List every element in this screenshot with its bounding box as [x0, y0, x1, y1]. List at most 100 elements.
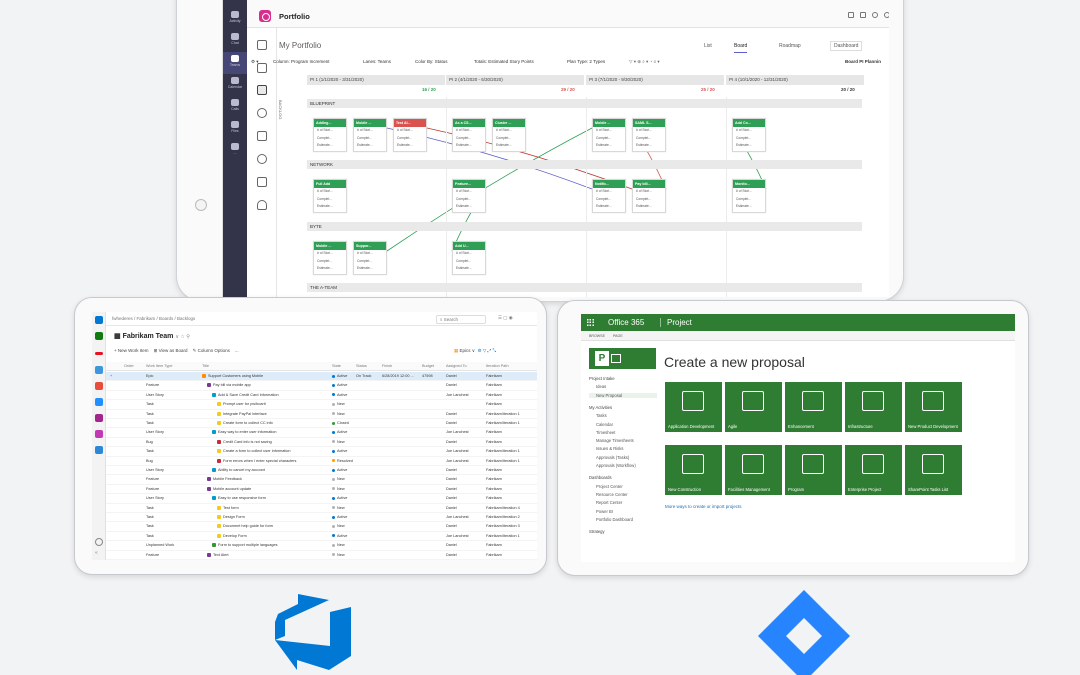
table-row[interactable]: Bug Form errors when I enter special char…	[106, 457, 537, 466]
feature-card[interactable]: Mobile ... # of Stori... Complet... Estimat…	[592, 118, 626, 152]
nav-item[interactable]: Strategy	[589, 529, 605, 534]
row-title[interactable]: Pay bill via mobile app	[207, 383, 330, 388]
table-row[interactable]: Epic Support Customers using Mobile Active…	[106, 372, 537, 382]
new-work-item-button[interactable]: + New Work Item	[114, 348, 149, 353]
artifacts-icon[interactable]	[95, 430, 103, 438]
nav-item[interactable]: Timesheet	[596, 430, 615, 435]
table-row[interactable]: Task Develop Form Active Joe Lanchest Fabrik…	[106, 532, 537, 542]
row-title[interactable]: Text Alert	[207, 552, 330, 557]
tab-list[interactable]: List	[704, 43, 712, 49]
color-filter[interactable]: Color By: Status	[415, 59, 448, 64]
nav-item[interactable]: Project Center	[596, 484, 623, 489]
azure-devops-icon[interactable]	[95, 316, 103, 324]
feature-card[interactable]: Adding... # of Stori... Complet... Estimate…	[313, 118, 347, 152]
test-plans-icon[interactable]	[95, 414, 103, 422]
filter-icon[interactable]: ▽ ▾ ⊕ ⌕ ▾ ◔ ≡ ▾	[629, 59, 660, 65]
feature-card[interactable]: Suppor... # of Stori... Complet... Estimate…	[353, 241, 387, 275]
swimlane-header[interactable]: THE A-TEAM	[307, 283, 862, 292]
table-row[interactable]: Task Prompt user for pw/boarit New Fabrikam	[106, 400, 537, 410]
template-tile[interactable]: SharePoint Tasks List	[905, 445, 962, 495]
row-title[interactable]: Credit Card info is not saving	[217, 439, 330, 444]
swimlane-header[interactable]: BYTE	[307, 222, 862, 231]
row-title[interactable]: Create a form to collect user informatio…	[217, 449, 330, 454]
table-row[interactable]: Bug Credit Card info is not saving New Dani…	[106, 438, 537, 448]
home-icon[interactable]	[257, 40, 267, 50]
search-input[interactable]: ⌕ Search	[436, 315, 486, 324]
tab-page[interactable]: PAGE	[613, 334, 623, 338]
topbar-icons[interactable]: ☰ ▢ ◉	[498, 315, 513, 321]
rail-item-teams[interactable]: Teams	[223, 52, 247, 74]
col-finish[interactable]: Finish	[382, 364, 392, 368]
feature-card[interactable]: Cluster ... # of Stori... Complet... Estima…	[492, 118, 526, 152]
feature-card[interactable]: Feature... # of Stori... Complet... Estimat…	[452, 179, 486, 213]
board-icon[interactable]	[257, 85, 267, 95]
template-tile[interactable]: Program	[785, 445, 842, 495]
row-title[interactable]: Easy to use responsive form	[212, 496, 330, 501]
col-iteration[interactable]: Iteration Path	[486, 364, 509, 368]
expand-icon[interactable]	[860, 12, 866, 18]
rail-item-calls[interactable]: Calls	[223, 96, 247, 118]
feature-card[interactable]: Add Co... # of Stori... Complet... Estimate…	[732, 118, 766, 152]
level-picker[interactable]: ▦ Epics ∨ ⚙ ▽ ⤢ ⤡	[454, 348, 496, 354]
row-title[interactable]: Form errors when I enter special charact…	[217, 458, 330, 463]
nav-item[interactable]: Report Center	[596, 500, 622, 505]
nav-item[interactable]: New Proposal	[589, 392, 657, 398]
rail-item-[interactable]: ...	[223, 140, 247, 162]
col-order[interactable]: Order	[124, 364, 134, 368]
boards-icon[interactable]	[95, 366, 103, 374]
rail-item-calendar[interactable]: Calendar	[223, 74, 247, 96]
nav-item[interactable]: Portfolio Dashboard	[596, 517, 633, 522]
table-row[interactable]: Task Integrate PayPal interface New Daniel F…	[106, 410, 537, 419]
col-budget[interactable]: Budget	[422, 364, 434, 368]
row-title[interactable]: Add & Save Credit Card Information	[212, 392, 330, 397]
template-tile[interactable]: Agile	[725, 382, 782, 432]
row-title[interactable]: Create form to collect CC info	[217, 421, 330, 425]
popout-icon[interactable]	[848, 12, 854, 18]
table-row[interactable]: Task Create form to collect CC info Closed…	[106, 419, 537, 429]
column-options-button[interactable]: ✎ Column Options	[193, 348, 230, 353]
column-filter[interactable]: Column: Program Increment	[273, 59, 330, 64]
table-row[interactable]: Unplanned Work Form to support multiple l…	[106, 541, 537, 551]
rail-item-activity[interactable]: Activity	[223, 8, 247, 30]
app-name[interactable]: Project	[660, 318, 692, 327]
table-row[interactable]: User Story Add & Save Credit Card Informa…	[106, 391, 537, 401]
feature-card[interactable]: Mobile ... # of Stori... Complet... Estimat…	[313, 241, 347, 275]
row-title[interactable]: Document help guide for form	[217, 524, 330, 529]
nav-item[interactable]: Approvals (Tasks)	[596, 455, 629, 460]
feature-card[interactable]: Full Add # of Stori... Complet... Estimate.…	[313, 179, 347, 213]
feature-card[interactable]: Notific... # of Stori... Complet... Estimat…	[592, 179, 626, 213]
rail-item-chat[interactable]: Chat	[223, 30, 247, 52]
people-icon[interactable]	[257, 108, 267, 118]
board-selector[interactable]: Board PI Plannin	[845, 59, 881, 64]
nav-item[interactable]: Issues & Risks	[596, 446, 623, 451]
nav-item[interactable]: Approvals (Workflow)	[596, 463, 636, 468]
swimlane-header[interactable]: NETWORK	[307, 160, 862, 169]
row-title[interactable]: Integrate PayPal interface	[217, 411, 330, 416]
nav-item[interactable]: My Activities	[589, 405, 612, 410]
repos-icon[interactable]	[95, 382, 103, 390]
table-row[interactable]: Task Design Form Active Joe Lanchest Fabrika…	[106, 513, 537, 523]
more-ways-link[interactable]: More ways to create or import projects	[665, 504, 742, 509]
nav-item[interactable]: Resource Center	[596, 492, 628, 497]
tab-browse[interactable]: BROWSE	[589, 334, 605, 338]
view-as-board-button[interactable]: ⊞ View as Board	[154, 348, 188, 353]
row-title[interactable]: Design Form	[217, 515, 330, 519]
feature-card[interactable]: Monito... # of Stori... Complet... Estimate…	[732, 179, 766, 213]
add-icon[interactable]	[95, 352, 103, 355]
collapse-icon[interactable]: «	[95, 550, 103, 558]
table-row[interactable]: Task Create a form to collect user inform…	[106, 447, 537, 457]
feature-card[interactable]: As a CS... # of Stori... Complet... Estimat…	[452, 118, 486, 152]
team-title[interactable]: ▦ Fabrikam Team ∨ ☆ ⚲	[114, 332, 190, 340]
more-button[interactable]: ...	[235, 348, 239, 353]
rail-item-files[interactable]: Files	[223, 118, 247, 140]
table-row[interactable]: Feature Mobile Feedback New Daniel Fabrikam	[106, 475, 537, 485]
template-tile[interactable]: New Construction	[665, 445, 722, 495]
tab-board[interactable]: Board	[734, 43, 748, 53]
nav-item[interactable]: Tasks	[596, 413, 607, 418]
nav-item[interactable]: Project Intake	[589, 376, 615, 381]
feature-card[interactable]: SAML S... # of Stori... Complet... Estimate…	[632, 118, 666, 152]
search-icon[interactable]	[257, 154, 267, 164]
nav-item[interactable]: Manage Timesheets	[596, 438, 634, 443]
refresh-icon[interactable]	[872, 12, 878, 18]
table-row[interactable]: User Story Easy to use responsive form Act…	[106, 494, 537, 504]
